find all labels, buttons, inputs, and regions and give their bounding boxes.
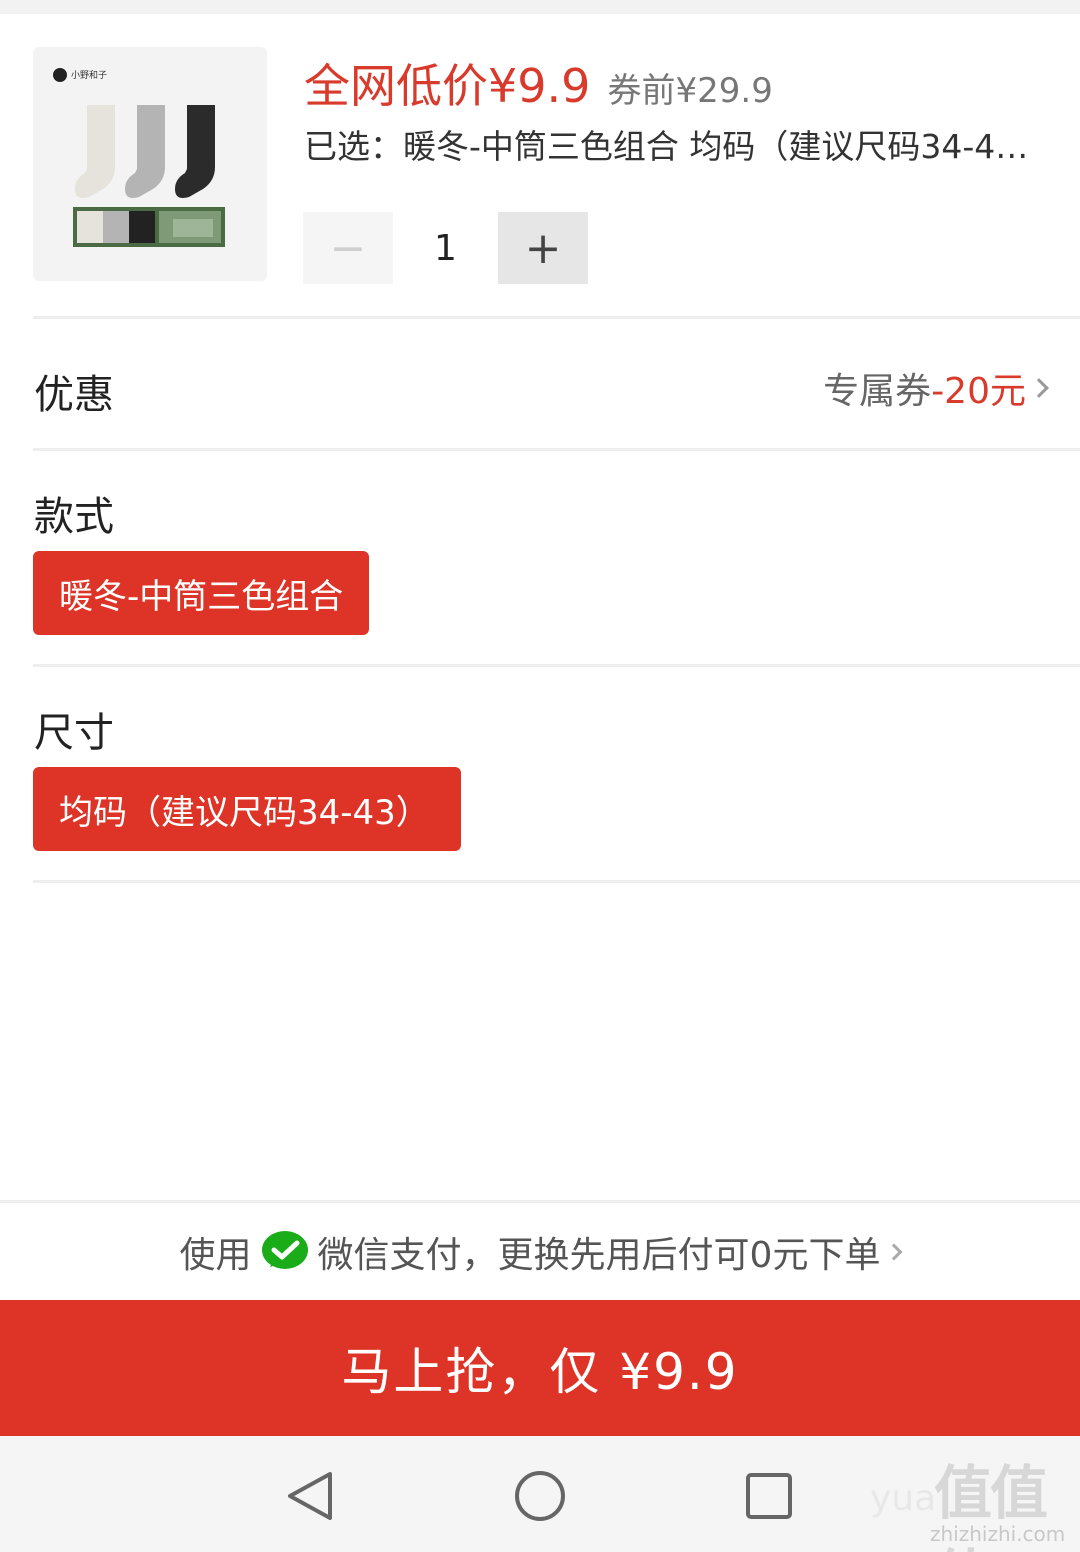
coupon-link[interactable]: 专属券 -20元: [823, 362, 1049, 414]
watermark-text: yua: [870, 1478, 937, 1519]
payment-method-bar[interactable]: 使用 微信支付，更换先用后付可0元下单: [0, 1200, 1080, 1300]
quantity-stepper: − 1 +: [303, 212, 588, 284]
original-price: 券前¥29.9: [607, 71, 773, 111]
coupon-amount: -20元: [931, 371, 1026, 412]
buy-now-button[interactable]: 马上抢，仅 ¥9.9: [0, 1300, 1080, 1436]
top-strip: [0, 0, 1080, 14]
divider: [33, 664, 1080, 667]
brand-logo: 小野和子: [53, 68, 107, 82]
product-image: 小野和子: [33, 47, 267, 281]
style-option-selected[interactable]: 暖冬-中筒三色组合: [33, 551, 370, 635]
divider: [33, 880, 1080, 883]
wechat-pay-icon: [260, 1229, 310, 1275]
divider: [33, 316, 1080, 319]
payment-text: 微信支付，更换先用后付可0元下单: [317, 1234, 881, 1276]
coupon-prefix: 专属券: [823, 371, 932, 412]
price-row: 全网低价¥9.9 券前¥29.9: [304, 50, 773, 116]
svg-text:小野和子: 小野和子: [71, 70, 107, 81]
size-option-selected[interactable]: 均码（建议尺码34-43）: [33, 767, 461, 851]
home-icon[interactable]: [510, 1466, 570, 1526]
recent-apps-icon[interactable]: [739, 1466, 799, 1526]
divider: [33, 448, 1080, 451]
quantity-value: 1: [434, 227, 457, 269]
payment-prefix: 使用: [179, 1234, 252, 1276]
increase-quantity-button[interactable]: +: [498, 212, 588, 284]
discount-label: 优惠: [34, 372, 114, 418]
chevron-right-icon: [1029, 378, 1049, 398]
product-summary: 小野和子 全网低价¥9.9 券前¥29.9 已选：暖冬-中筒三色组合 均码（建议…: [0, 14, 1080, 318]
watermark-site: zhizhizhi.com: [930, 1522, 1066, 1546]
back-icon[interactable]: [280, 1466, 340, 1526]
style-label: 款式: [34, 494, 114, 540]
chevron-right-icon: [885, 1243, 903, 1260]
sale-price: 全网低价¥9.9: [304, 59, 591, 113]
decrease-quantity-button[interactable]: −: [303, 212, 393, 284]
size-label: 尺寸: [34, 710, 114, 756]
selected-spec: 已选：暖冬-中筒三色组合 均码（建议尺码34-43）: [304, 127, 1044, 166]
